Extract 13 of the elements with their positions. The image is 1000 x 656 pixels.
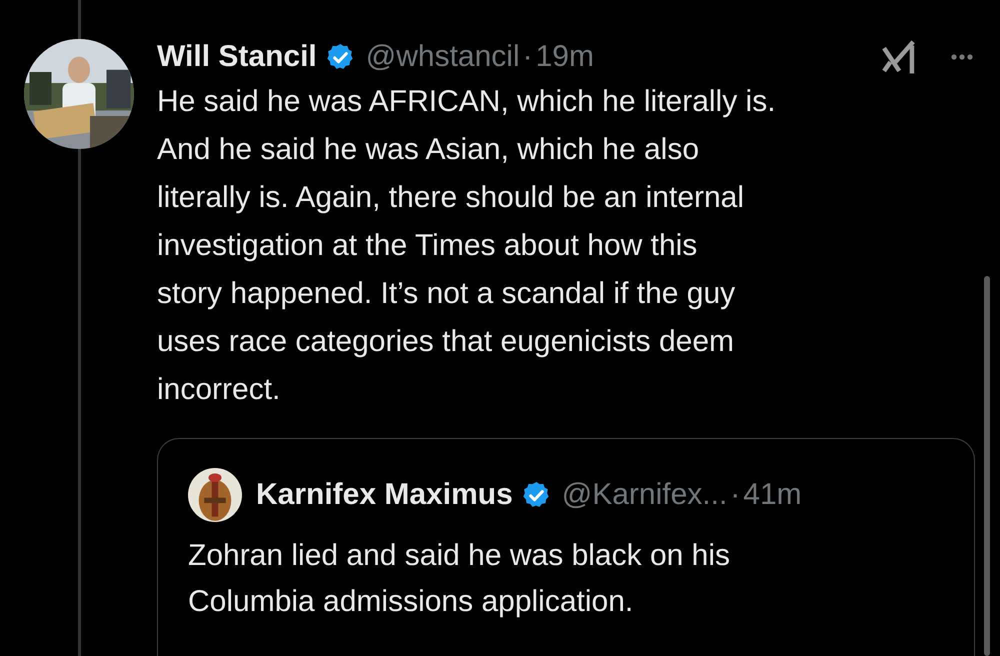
- author-handle[interactable]: @whstancil: [366, 40, 520, 74]
- separator: ·: [522, 40, 533, 74]
- author-handle[interactable]: @Karnifex...: [562, 478, 728, 512]
- post-time[interactable]: 41m: [743, 478, 802, 512]
- author-name[interactable]: Karnifex Maximus: [256, 478, 513, 512]
- separator: ·: [730, 478, 740, 512]
- post-time[interactable]: 19m: [536, 40, 594, 74]
- author-name[interactable]: Will Stancil: [157, 40, 317, 74]
- quoted-tweet-text: Zohran lied and said he was black on his Columbia admissions application.: [188, 538, 731, 620]
- quoted-tweet-card[interactable]: Karnifex Maximus @Karnifex...·41m Zohran lied and said he was black on his Columbia admissions application.: [157, 438, 975, 656]
- tweet-text: He said he was AFRICAN, which he literally is. And he said he was Asian, which he also literally is. Again, there should be an internal investigation at the Times about how this story happened. It’s not a scandal if the guy uses race categories that eugenicists deem incorrect.: [157, 84, 777, 408]
- scrollbar[interactable]: [984, 276, 990, 656]
- more-icon[interactable]: [951, 54, 973, 60]
